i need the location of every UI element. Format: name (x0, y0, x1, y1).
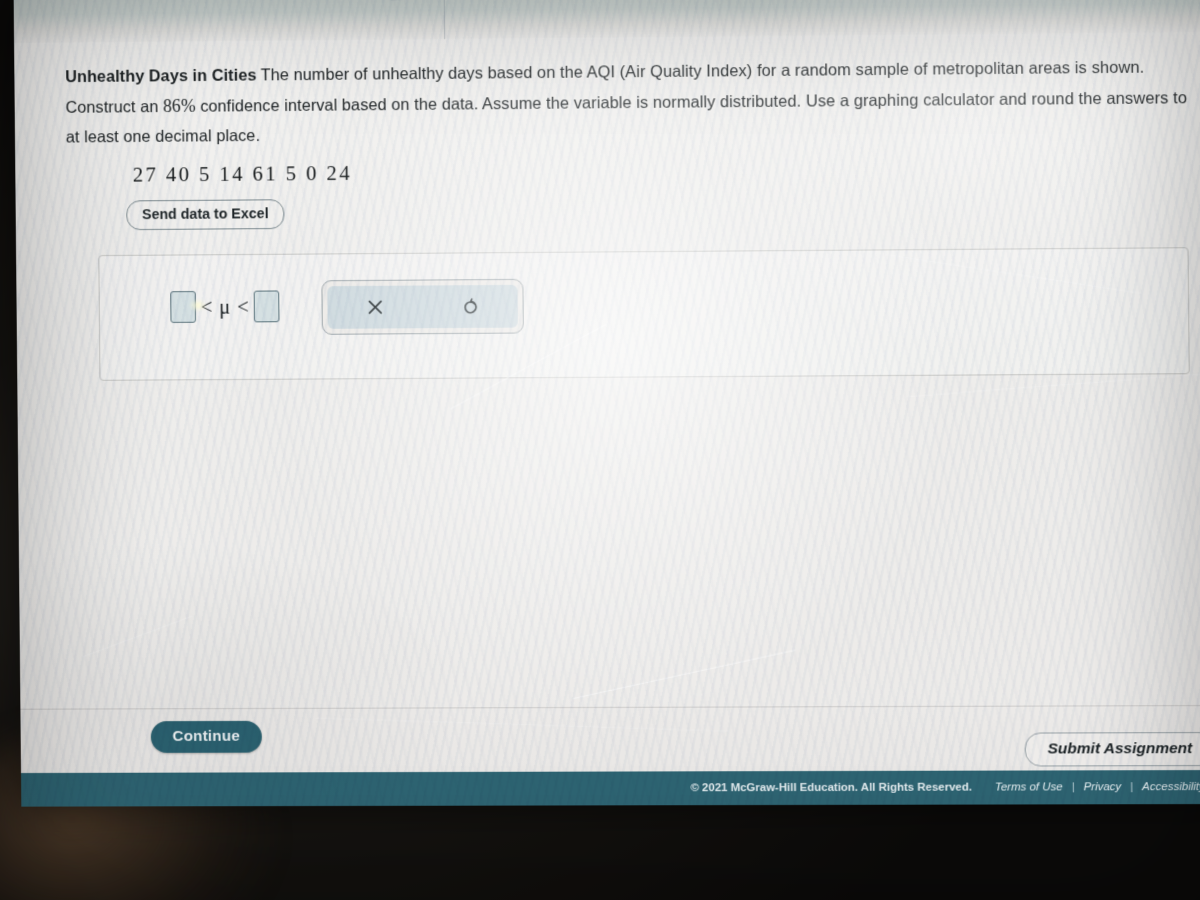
upper-bound-input[interactable] (253, 290, 280, 323)
lower-bound-input[interactable] (170, 291, 197, 323)
problem-body-part2: confidence interval based on the data. A… (65, 89, 1188, 147)
assignment-page: Unhealthy Days in Cities The number of u… (14, 31, 1200, 807)
accessibility-link[interactable]: Accessibility (1133, 781, 1200, 793)
less-than-operator-right: < (237, 294, 249, 319)
screen-scratch (573, 649, 796, 699)
action-bar: Continue Submit Assignment (20, 705, 1200, 774)
mu-symbol: μ (219, 294, 231, 319)
answer-entry-card: < μ < (98, 247, 1190, 381)
chrome-seam (443, 0, 446, 40)
screen-scratch (905, 373, 1200, 398)
continue-button[interactable]: Continue (150, 720, 262, 753)
screen-scratch (81, 615, 193, 658)
privacy-link[interactable]: Privacy (1075, 781, 1131, 793)
screen-scratch (672, 162, 687, 232)
less-than-operator-left: < (200, 294, 213, 319)
answer-toolbar (321, 278, 524, 335)
x-clear-icon (366, 298, 385, 317)
laptop-screen: Unhealthy Days in Cities The number of u… (13, 0, 1200, 807)
problem-statement: Unhealthy Days in Cities The number of u… (65, 52, 1198, 152)
submit-assignment-button[interactable]: Submit Assignment (1024, 732, 1200, 767)
data-sample-values: 27 40 5 14 61 5 0 24 (132, 160, 353, 187)
undo-reset-icon (460, 297, 480, 317)
undo-answer-button[interactable] (422, 285, 518, 328)
screen-scratch (1133, 482, 1188, 624)
photo-of-laptop-screen: Unhealthy Days in Cities The number of u… (0, 0, 1200, 900)
problem-title: Unhealthy Days in Cities (65, 66, 257, 87)
answer-toolbar-inner (327, 284, 518, 329)
send-data-to-excel-button[interactable]: Send data to Excel (126, 199, 285, 231)
confidence-interval-answer-row: < μ < (170, 290, 280, 323)
confidence-level-value: 86% (162, 95, 196, 116)
copyright-text: © 2021 McGraw-Hill Education. All Rights… (690, 781, 973, 795)
page-footer: © 2021 McGraw-Hill Education. All Rights… (21, 770, 1200, 807)
terms-of-use-link[interactable]: Terms of Use (986, 781, 1072, 793)
clear-answer-button[interactable] (327, 286, 422, 329)
